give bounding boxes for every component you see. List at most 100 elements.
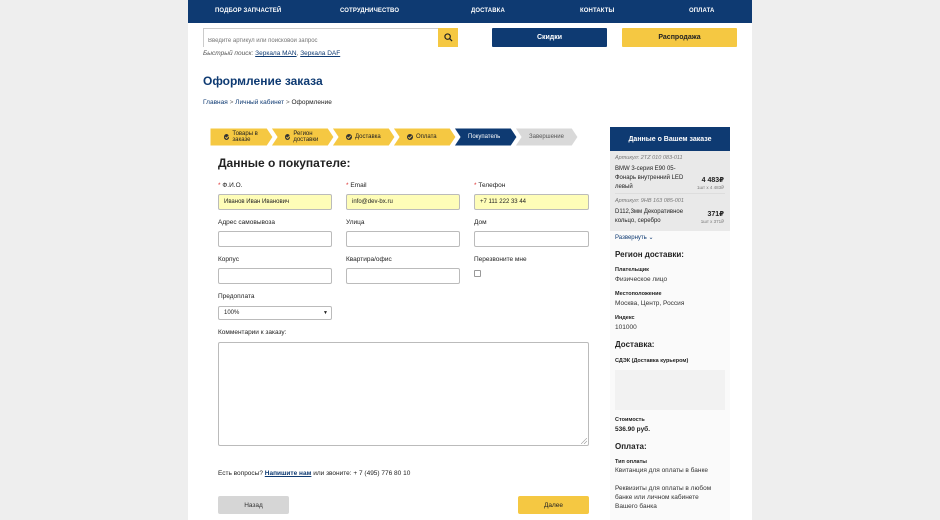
prepay-label: Предоплата	[218, 293, 255, 300]
item-name-line[interactable]: BMW 3-серия E90 05-	[615, 166, 676, 172]
step-pending: Завершение	[515, 128, 578, 146]
expand-link[interactable]: Развернуть ⌄	[615, 234, 654, 241]
callback-checkbox[interactable]	[474, 270, 481, 277]
help-line: Есть вопросы? Напишите нам или звоните: …	[218, 470, 410, 477]
nav-item-payment[interactable]: Оплата	[689, 8, 714, 14]
help-suffix: или звоните: + 7 (495) 776 80 10	[313, 470, 411, 477]
prepay-select[interactable]: 100% ▼	[218, 306, 332, 320]
step-label: Регион доставки	[293, 131, 319, 143]
payer-label: Плательщик	[615, 267, 649, 273]
quick-link-daf[interactable]: Зеркала DAF	[300, 50, 340, 57]
breadcrumb-separator: >	[229, 99, 234, 106]
paytype-value: Квитанция для оплаты в банке	[615, 467, 708, 474]
breadcrumb: Главная > Личный кабинет > Оформление	[203, 99, 332, 106]
delivery-description-placeholder	[615, 370, 725, 410]
check-mark	[346, 135, 352, 139]
item-article: Артикул: 2TZ 010 083-011	[615, 155, 683, 161]
resize-handle-icon[interactable]	[581, 438, 587, 444]
step-done[interactable]: Регион доставки	[271, 128, 334, 146]
street-label: Улица	[346, 219, 365, 226]
step-label: Доставка	[355, 134, 381, 140]
payment-note-line: банке или личном кабинете	[615, 494, 699, 501]
item-name-line[interactable]: кольцо, серебро	[615, 218, 661, 224]
pickup-field[interactable]	[218, 231, 332, 247]
chevron-down-icon: ▼	[323, 310, 328, 316]
check-icon	[224, 134, 230, 140]
payment-note-line: Вашего банка	[615, 503, 657, 510]
index-label: Индекс	[615, 315, 635, 321]
discounts-button[interactable]: Скидки	[492, 28, 607, 47]
form-title: Данные о покупателе:	[218, 156, 351, 170]
search-button[interactable]	[438, 28, 458, 47]
building-label: Корпус	[218, 256, 239, 263]
top-nav: Подбор запчастей Сотрудничество Доставка…	[188, 0, 752, 23]
pickup-label: Адрес самовывоза	[218, 219, 276, 226]
step-active[interactable]: Покупатель	[454, 128, 517, 146]
phone-label: * Телефон	[474, 182, 506, 189]
street-field[interactable]	[346, 231, 460, 247]
back-button[interactable]: Назад	[218, 496, 289, 514]
item-unit-price: 1шт x 371₽	[700, 219, 724, 224]
location-value: Москва, Центр, Россия	[615, 300, 685, 307]
email-label: * Email	[346, 182, 367, 189]
search-icon	[443, 33, 453, 42]
nav-item-delivery[interactable]: Доставка	[471, 8, 505, 14]
search-box	[203, 28, 458, 50]
comment-textarea[interactable]	[218, 342, 589, 446]
quick-link-man[interactable]: Зеркала MAN	[255, 50, 296, 57]
divider	[615, 193, 725, 194]
house-field[interactable]	[474, 231, 589, 247]
item-name-line[interactable]: D112,3мм Декоративное	[615, 209, 683, 215]
nav-item-parts[interactable]: Подбор запчастей	[215, 8, 281, 14]
apartment-label: Квартира/офис	[346, 256, 392, 263]
step-done[interactable]: Товары в заказе	[210, 128, 273, 146]
item-name-line[interactable]: левый	[615, 184, 633, 190]
check-mark	[285, 135, 291, 139]
check-icon	[285, 134, 291, 140]
help-prefix: Есть вопросы?	[218, 470, 263, 477]
phone-field[interactable]: +7 111 222 33 44	[474, 194, 589, 210]
building-field[interactable]	[218, 268, 332, 284]
sale-button[interactable]: Распродажа	[622, 28, 737, 47]
fio-field[interactable]: Иванов Иван Иванович	[218, 194, 332, 210]
step-label: Оплата	[416, 134, 437, 140]
step-done[interactable]: Оплата	[393, 128, 456, 146]
region-title: Регион доставки:	[615, 250, 684, 259]
checkout-steps: Товары в заказе Регион доставки Доставка Оп…	[210, 128, 578, 146]
next-button[interactable]: Далее	[518, 496, 589, 514]
quick-search-label: Быстрый поиск:	[203, 50, 254, 57]
item-article: Артикул: 9HB 163 085-001	[615, 198, 684, 204]
check-icon	[346, 134, 352, 140]
email-field[interactable]: info@dev-bx.ru	[346, 194, 460, 210]
comment-label: Комментарии к заказу:	[218, 329, 287, 336]
page: Подбор запчастей Сотрудничество Доставка…	[188, 0, 752, 520]
quick-search: Быстрый поиск: Зеркала MAN, Зеркала DAF	[203, 50, 341, 57]
apartment-field[interactable]	[346, 268, 460, 284]
step-label: Завершение	[529, 134, 564, 140]
paytype-label: Тип оплаты	[615, 459, 648, 465]
check-mark	[407, 135, 413, 139]
nav-item-cooperation[interactable]: Сотрудничество	[340, 8, 399, 14]
step-label: Покупатель	[468, 134, 501, 140]
chevron-down-icon: ⌄	[648, 235, 654, 241]
order-summary: Данные о Вашем заказе Артикул: 2TZ 010 0…	[610, 127, 730, 520]
fio-label: * Ф.И.О.	[218, 182, 243, 189]
order-summary-title: Данные о Вашем заказе	[610, 127, 730, 151]
check-icon	[407, 134, 413, 140]
index-value: 101000	[615, 324, 637, 331]
item-price: 371₽	[707, 211, 724, 218]
write-us-link[interactable]: Напишите нам	[265, 470, 312, 477]
breadcrumb-cabinet[interactable]: Личный кабинет	[235, 99, 284, 106]
prepay-value: 100%	[224, 310, 240, 316]
delivery-name: СДЭК (Доставка курьером)	[615, 358, 689, 364]
cost-label: Стоимость	[615, 417, 645, 423]
breadcrumb-home[interactable]: Главная	[203, 99, 228, 106]
payment-note-line: Реквизиты для оплаты в любом	[615, 485, 712, 492]
search-input[interactable]	[204, 32, 439, 50]
item-name-line[interactable]: Фонарь внутренний LED	[615, 175, 683, 181]
breadcrumb-separator: >	[285, 99, 290, 106]
nav-item-contacts[interactable]: Контакты	[580, 8, 614, 14]
step-done[interactable]: Доставка	[332, 128, 395, 146]
order-items: Артикул: 2TZ 010 083-011 BMW 3-серия E90…	[610, 151, 730, 231]
callback-label: Перезвоните мне	[474, 256, 527, 263]
